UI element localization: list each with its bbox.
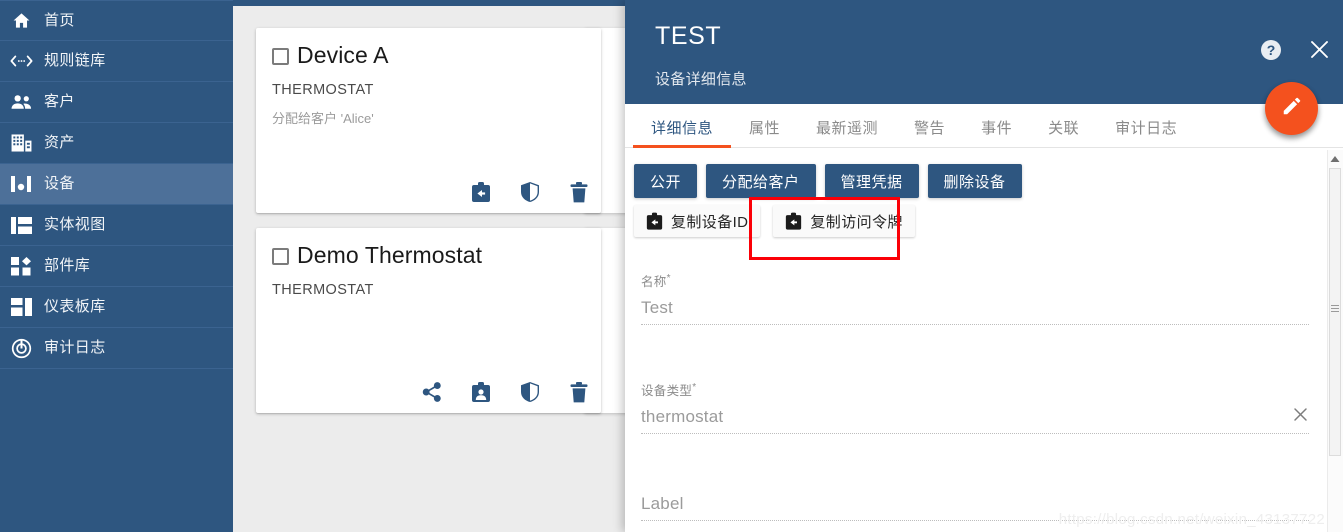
share-icon[interactable] xyxy=(421,381,443,403)
sidebar-item-assets[interactable]: 资产 xyxy=(0,123,233,164)
copy-device-id-button[interactable]: 复制设备ID xyxy=(634,205,761,237)
close-icon[interactable] xyxy=(1308,38,1331,61)
label-input[interactable]: Label xyxy=(641,494,1309,521)
name-input[interactable]: Test xyxy=(641,298,1309,325)
required-marker: * xyxy=(692,381,697,393)
required-marker: * xyxy=(666,272,671,284)
field-name: 名称* Test xyxy=(641,271,1309,325)
help-icon[interactable]: ? xyxy=(1260,39,1282,61)
device-assignment-note: 分配给客户 'Alice' xyxy=(272,111,374,126)
panel-header: TEST 设备详细信息 ? xyxy=(625,0,1343,104)
pencil-icon xyxy=(1281,95,1303,122)
rule-chain-icon xyxy=(9,50,33,72)
sidebar-item-rule-chains[interactable]: 规则链库 xyxy=(0,41,233,82)
device-card[interactable]: Device A THERMOSTAT 分配给客户 'Alice' xyxy=(256,28,601,213)
shield-icon[interactable] xyxy=(519,181,541,203)
tab-relations[interactable]: 关联 xyxy=(1030,121,1097,147)
sidebar: 首页 规则链库 客户 资产 设备 实体视图 部件库 仪表板库 审计日志 xyxy=(0,0,233,532)
device-details-form: 名称* Test 设备类型* thermostat Label xyxy=(625,237,1343,521)
device-name: Demo Thermostat xyxy=(297,242,483,268)
sidebar-item-audit-log[interactable]: 审计日志 xyxy=(0,328,233,369)
page-title: TEST xyxy=(655,22,722,50)
device-card-actions xyxy=(421,381,590,403)
close-icon[interactable] xyxy=(1292,406,1309,426)
scroll-up-arrow-icon[interactable] xyxy=(1329,152,1341,164)
copy-access-token-label: 复制访问令牌 xyxy=(810,213,903,231)
panel-subtitle: 设备详细信息 xyxy=(655,71,747,88)
sidebar-item-entity-views[interactable]: 实体视图 xyxy=(0,205,233,246)
copy-icon xyxy=(646,212,663,231)
field-label-row: Label xyxy=(641,494,1309,521)
sidebar-item-devices[interactable]: 设备 xyxy=(0,164,233,205)
device-card[interactable]: Demo Thermostat THERMOSTAT xyxy=(256,228,601,413)
assets-icon xyxy=(9,132,33,154)
device-list: Device A THERMOSTAT 分配给客户 'Alice' Demo T… xyxy=(233,6,844,532)
delete-icon[interactable] xyxy=(568,381,590,403)
sidebar-item-dashboards[interactable]: 仪表板库 xyxy=(0,287,233,328)
device-type: THERMOSTAT xyxy=(272,82,374,98)
sidebar-item-label: 资产 xyxy=(44,134,75,151)
copy-button-row: 复制设备ID 复制访问令牌 xyxy=(625,198,1343,237)
device-select-checkbox[interactable] xyxy=(272,248,289,265)
home-icon xyxy=(9,10,33,32)
devices-icon xyxy=(9,173,33,195)
copy-access-token-button[interactable]: 复制访问令牌 xyxy=(773,205,915,237)
sidebar-item-label: 客户 xyxy=(44,93,75,110)
dashboards-icon xyxy=(9,296,33,318)
entity-view-icon xyxy=(9,214,33,236)
tab-latest-telemetry[interactable]: 最新遥测 xyxy=(798,121,896,147)
field-label: 名称* xyxy=(641,272,671,289)
device-details-panel: TEST 设备详细信息 ? 详细信息 属性 最新遥测 警告 事件 关联 审计日志… xyxy=(625,0,1343,532)
sidebar-item-label: 审计日志 xyxy=(44,339,106,356)
sidebar-item-widgets-library[interactable]: 部件库 xyxy=(0,246,233,287)
field-label: 设备类型* xyxy=(641,381,697,398)
sidebar-item-label: 设备 xyxy=(44,175,75,192)
device-card-actions xyxy=(470,181,590,203)
scrollbar-grip-icon xyxy=(1331,305,1339,314)
sidebar-item-label: 规则链库 xyxy=(44,52,106,69)
sidebar-item-label: 部件库 xyxy=(44,257,91,274)
app-root: 首页 规则链库 客户 资产 设备 实体视图 部件库 仪表板库 审计日志 Devi… xyxy=(0,0,1343,532)
device-select-checkbox[interactable] xyxy=(272,48,289,65)
tab-details[interactable]: 详细信息 xyxy=(633,121,732,148)
unassign-icon[interactable] xyxy=(470,181,492,203)
copy-device-id-label: 复制设备ID xyxy=(671,213,749,231)
delete-icon[interactable] xyxy=(568,181,590,203)
make-public-button[interactable]: 公开 xyxy=(634,164,698,198)
header-actions: ? xyxy=(1260,38,1331,61)
device-type-input[interactable]: thermostat xyxy=(641,407,1309,434)
device-card-header: Demo Thermostat xyxy=(256,228,601,267)
widgets-library-icon xyxy=(9,255,33,277)
sidebar-item-label: 实体视图 xyxy=(44,216,106,233)
assign-to-customer-button[interactable]: 分配给客户 xyxy=(706,164,816,198)
primary-button-row: 公开 分配给客户 管理凭据 删除设备 xyxy=(625,148,1343,198)
device-type: THERMOSTAT xyxy=(272,282,374,298)
copy-icon xyxy=(785,212,802,231)
shield-icon[interactable] xyxy=(519,381,541,403)
sidebar-item-customers[interactable]: 客户 xyxy=(0,82,233,123)
panel-tabs: 详细信息 属性 最新遥测 警告 事件 关联 审计日志 xyxy=(625,104,1343,148)
edit-fab-button[interactable] xyxy=(1265,82,1318,135)
assign-icon[interactable] xyxy=(470,381,492,403)
manage-credentials-button[interactable]: 管理凭据 xyxy=(824,164,919,198)
field-device-type: 设备类型* thermostat xyxy=(641,380,1309,434)
sidebar-item-home[interactable]: 首页 xyxy=(0,0,233,41)
device-card-header: Device A xyxy=(256,28,601,67)
delete-device-button[interactable]: 删除设备 xyxy=(927,164,1022,198)
customers-icon xyxy=(9,91,33,113)
tab-events[interactable]: 事件 xyxy=(963,121,1030,147)
sidebar-item-label: 首页 xyxy=(44,11,75,29)
sidebar-item-label: 仪表板库 xyxy=(44,298,106,315)
svg-text:?: ? xyxy=(1267,42,1276,58)
tab-audit-log[interactable]: 审计日志 xyxy=(1097,121,1195,147)
tab-attributes[interactable]: 属性 xyxy=(731,121,798,147)
tab-alarms[interactable]: 警告 xyxy=(896,121,963,147)
device-name: Device A xyxy=(297,42,389,68)
audit-log-icon xyxy=(9,337,33,359)
